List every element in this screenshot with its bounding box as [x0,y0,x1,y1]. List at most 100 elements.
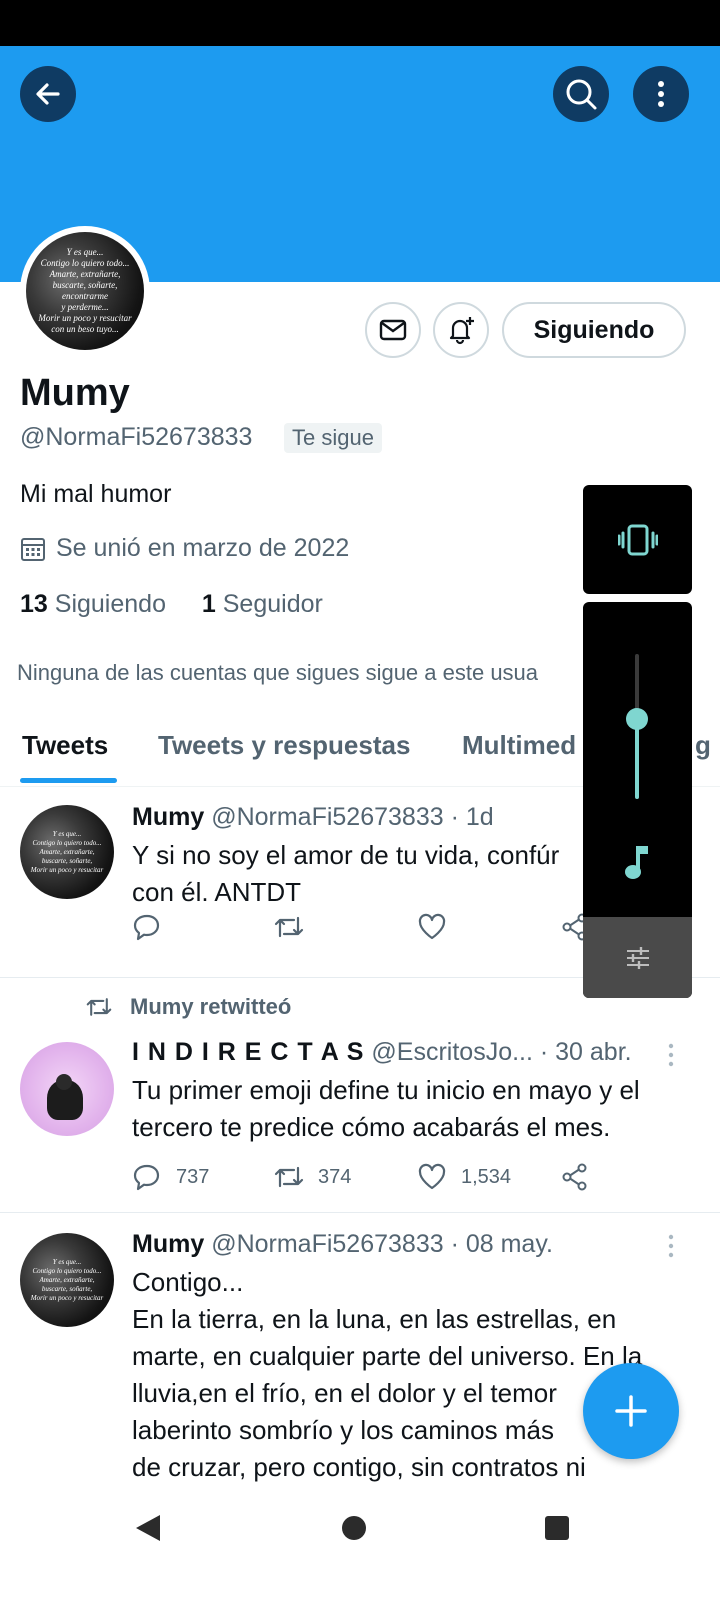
tweet-text-line: Y si no soy el amor de tu vida, confúr [132,840,560,870]
following-count: 13 [20,590,48,618]
mail-icon [379,319,407,341]
arrow-left-icon [36,83,60,105]
volume-panel [583,602,692,998]
avatar-text-line: y perderme... [61,302,109,312]
avatar-text-line: Morir un poco y resucitar [30,1293,104,1302]
tweet-header: I N D I R E C T A S @EscritosJo... · 30 … [132,1034,632,1071]
volume-slider-fill [635,719,639,799]
avatar-text-line: Contigo lo quiero todo... [32,1266,102,1275]
tweet-text-line: tercero te predice cómo acabarás el mes. [132,1112,611,1142]
tweet-text-line: de cruzar, pero contigo, sin contratos n… [132,1452,586,1482]
more-button[interactable] [633,66,689,122]
tweet-meta: @NormaFi52673833 · 08 may. [211,1230,553,1258]
reply-count: 737 [176,1165,210,1188]
nav-recents-icon[interactable] [543,1514,571,1542]
tweet-text-line: Tu primer emoji define tu inicio en mayo… [132,1075,640,1105]
plus-icon [615,1395,647,1427]
joined-date-text: Se unió en marzo de 2022 [56,534,350,562]
message-button[interactable] [365,302,421,358]
following-link[interactable]: 13 Siguiendo [20,590,173,618]
avatar-text-line: encontrarme [62,291,108,301]
music-note-icon[interactable] [623,842,653,882]
tweet-avatar[interactable]: Y es que... Contigo lo quiero todo... Am… [20,1233,114,1327]
following-label: Siguiendo [54,590,166,618]
follow-stats: 13 Siguiendo 1 Seguidor [20,590,323,619]
bell-plus-icon [449,317,474,345]
profile-avatar[interactable]: Y es que... Contigo lo quiero todo... Am… [20,226,150,356]
tweet-header: Mumy @NormaFi52673833 · 08 may. [132,1226,553,1263]
nav-home-icon[interactable] [340,1514,368,1542]
avatar-text-line: buscarte, soñarte, [41,856,93,865]
retweet-icon[interactable] [272,912,306,942]
sound-settings-button[interactable] [583,917,692,998]
avatar-text-line: Amarte, extrañarte, [49,269,121,279]
retweet-note: Mumy retwitteó [84,994,291,1020]
following-button[interactable]: Siguiendo [502,302,686,358]
profile-name: Mumy [20,372,130,414]
retweet-icon [86,998,112,1016]
tweet-avatar[interactable] [20,1042,114,1136]
followed-by-note: Ninguna de las cuentas que sigues sigue … [17,660,539,685]
share-action[interactable] [560,1162,590,1192]
retweet-action[interactable]: 374 [272,1162,351,1192]
more-vertical-icon [658,81,664,107]
avatar-text-line: Y es que... [52,829,82,838]
joined-date: Se unió en marzo de 2022 [20,534,349,563]
tweet-header: Mumy @NormaFi52673833 · 1d [132,799,494,836]
equalizer-icon [626,946,649,969]
notifications-button[interactable] [433,302,489,358]
tweet-author-name: Mumy [132,803,205,831]
followers-count: 1 [201,590,216,618]
avatar-text-line: Morir un poco y resucitar [30,865,104,874]
tweet-author-name: I N D I R E C T A S [132,1038,365,1066]
share-icon [562,1163,587,1191]
tweet-more-icon[interactable] [664,1233,678,1259]
like-action[interactable]: 1,534 [417,1162,511,1192]
active-tab-indicator [20,778,117,783]
compose-tweet-button[interactable] [583,1363,679,1459]
tab-tweets[interactable]: Tweets [22,730,108,761]
avatar-text-line: con un beso tuyo... [51,324,119,334]
reply-icon[interactable] [132,912,162,942]
vibrate-toggle[interactable] [583,485,692,594]
like-icon[interactable] [417,912,447,942]
tweet[interactable]: Mumy retwitteó I N D I R E C T A S @Escr… [0,978,720,1212]
followers-link[interactable]: 1 Seguidor [202,590,323,618]
retweet-icon [274,1166,304,1188]
avatar-text-line: Morir un poco y resucitar [38,313,132,323]
status-bar [0,0,720,46]
tweet-more-icon[interactable] [664,1042,678,1068]
follows-you-badge: Te sigue [284,423,382,453]
volume-slider-thumb[interactable] [626,708,648,731]
tweet-meta: @EscritosJo... · 30 abr. [371,1038,632,1066]
back-button[interactable] [20,66,76,122]
tab-tweets-replies[interactable]: Tweets y respuestas [158,730,410,761]
profile-handle: @NormaFi52673833 [20,423,253,451]
avatar-text-line: Y es que... [52,1257,82,1266]
avatar-text-line: buscarte, soñarte, [41,1284,93,1293]
avatar-image: Y es que... Contigo lo quiero todo... Am… [26,232,144,350]
tweet-actions: 737 374 1,534 [132,1162,602,1194]
search-button[interactable] [553,66,609,122]
tab-media[interactable]: Multimed [462,730,576,761]
nav-back-icon[interactable] [133,1512,163,1544]
avatar-text-line: Contigo lo quiero todo... [32,838,102,847]
tweet-text-line: laberinto sombrío y los caminos más [132,1415,554,1445]
following-button-label: Siguiendo [533,315,655,344]
followers-label: Seguidor [222,590,323,618]
tweet-text-line: con él. ANTDT [132,877,302,907]
retweet-note-text: Mumy retwitteó [130,994,292,1019]
avatar-silhouette-head [56,1074,72,1090]
reply-icon [133,1164,160,1191]
avatar-text-line: Contigo lo quiero todo... [40,258,130,268]
search-icon [566,79,597,110]
tweet-author-name: Mumy [132,1230,205,1258]
tab-likes[interactable]: g [695,730,711,761]
tweet-text-line: lluvia,en el frío, en el dolor y el temo… [132,1378,557,1408]
avatar-text-line: buscarte, soñarte, [52,280,118,290]
tweet-avatar[interactable]: Y es que... Contigo lo quiero todo... Am… [20,805,114,899]
retweet-count: 374 [318,1165,352,1188]
system-nav-bar [0,1490,720,1600]
tweet-text-line: marte, en cualquier parte del universo. … [132,1341,643,1371]
reply-action[interactable]: 737 [132,1162,209,1192]
